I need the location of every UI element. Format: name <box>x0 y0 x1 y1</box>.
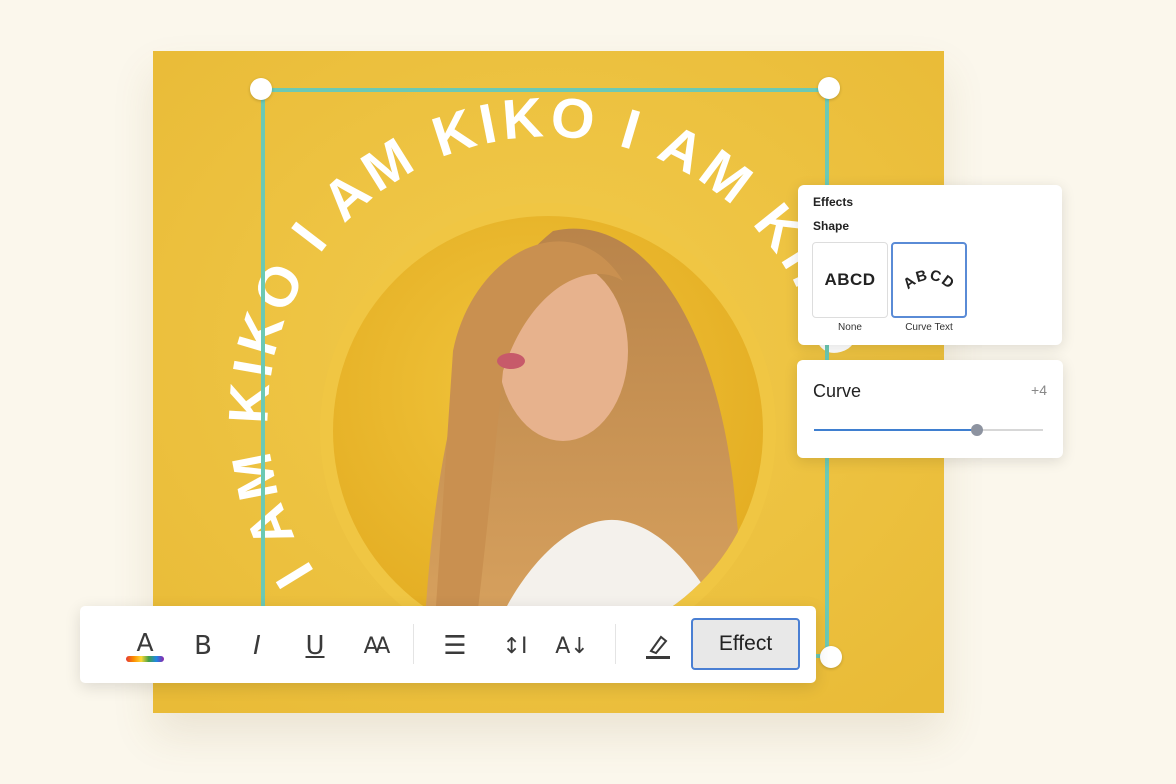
align-icon[interactable]: ☰ <box>436 626 474 666</box>
effect-button[interactable]: Effect <box>691 618 800 670</box>
letter-spacing-icon[interactable]: A↓ <box>554 626 590 666</box>
curve-label: Curve <box>813 381 862 401</box>
shape-sample-none: ABCD <box>824 270 876 289</box>
curve-slider-fill <box>814 429 977 431</box>
shape-caption-none: None <box>838 322 862 333</box>
curve-slider[interactable] <box>814 424 1043 436</box>
bold-icon[interactable]: B <box>186 626 220 666</box>
toolbar-separator <box>615 624 616 664</box>
highlight-icon[interactable] <box>638 626 676 666</box>
effects-title: Effects <box>813 195 854 209</box>
curve-slider-thumb[interactable] <box>970 424 983 436</box>
curve-panel: Curve +4 <box>797 360 1063 458</box>
italic-icon[interactable]: I <box>240 626 274 666</box>
resize-handle-bottom-right[interactable] <box>820 646 842 668</box>
svg-text:ABCD: ABCD <box>900 267 958 293</box>
shape-caption-curve-text: Curve Text <box>905 322 953 333</box>
effects-panel: Effects Shape ABCD None ABCD Curve Text <box>798 185 1062 345</box>
shape-label: Shape <box>813 219 850 233</box>
resize-handle-top-left[interactable] <box>250 78 272 100</box>
text-toolbar: A B I U AA ☰ ↕I A↓ Effect <box>80 606 816 683</box>
shape-option-curve-text[interactable]: ABCD <box>891 242 967 318</box>
line-spacing-icon[interactable]: ↕I <box>495 626 535 666</box>
curve-value: +4 <box>1031 382 1047 398</box>
shape-option-none[interactable]: ABCD <box>812 242 888 318</box>
text-color-icon[interactable]: A <box>124 626 166 666</box>
resize-handle-top-right[interactable] <box>818 77 840 99</box>
toolbar-separator <box>413 624 414 664</box>
font-size-icon[interactable]: AA <box>356 626 394 666</box>
curve-text-preview: ABCD <box>900 267 958 293</box>
underline-icon[interactable]: U <box>298 626 332 666</box>
